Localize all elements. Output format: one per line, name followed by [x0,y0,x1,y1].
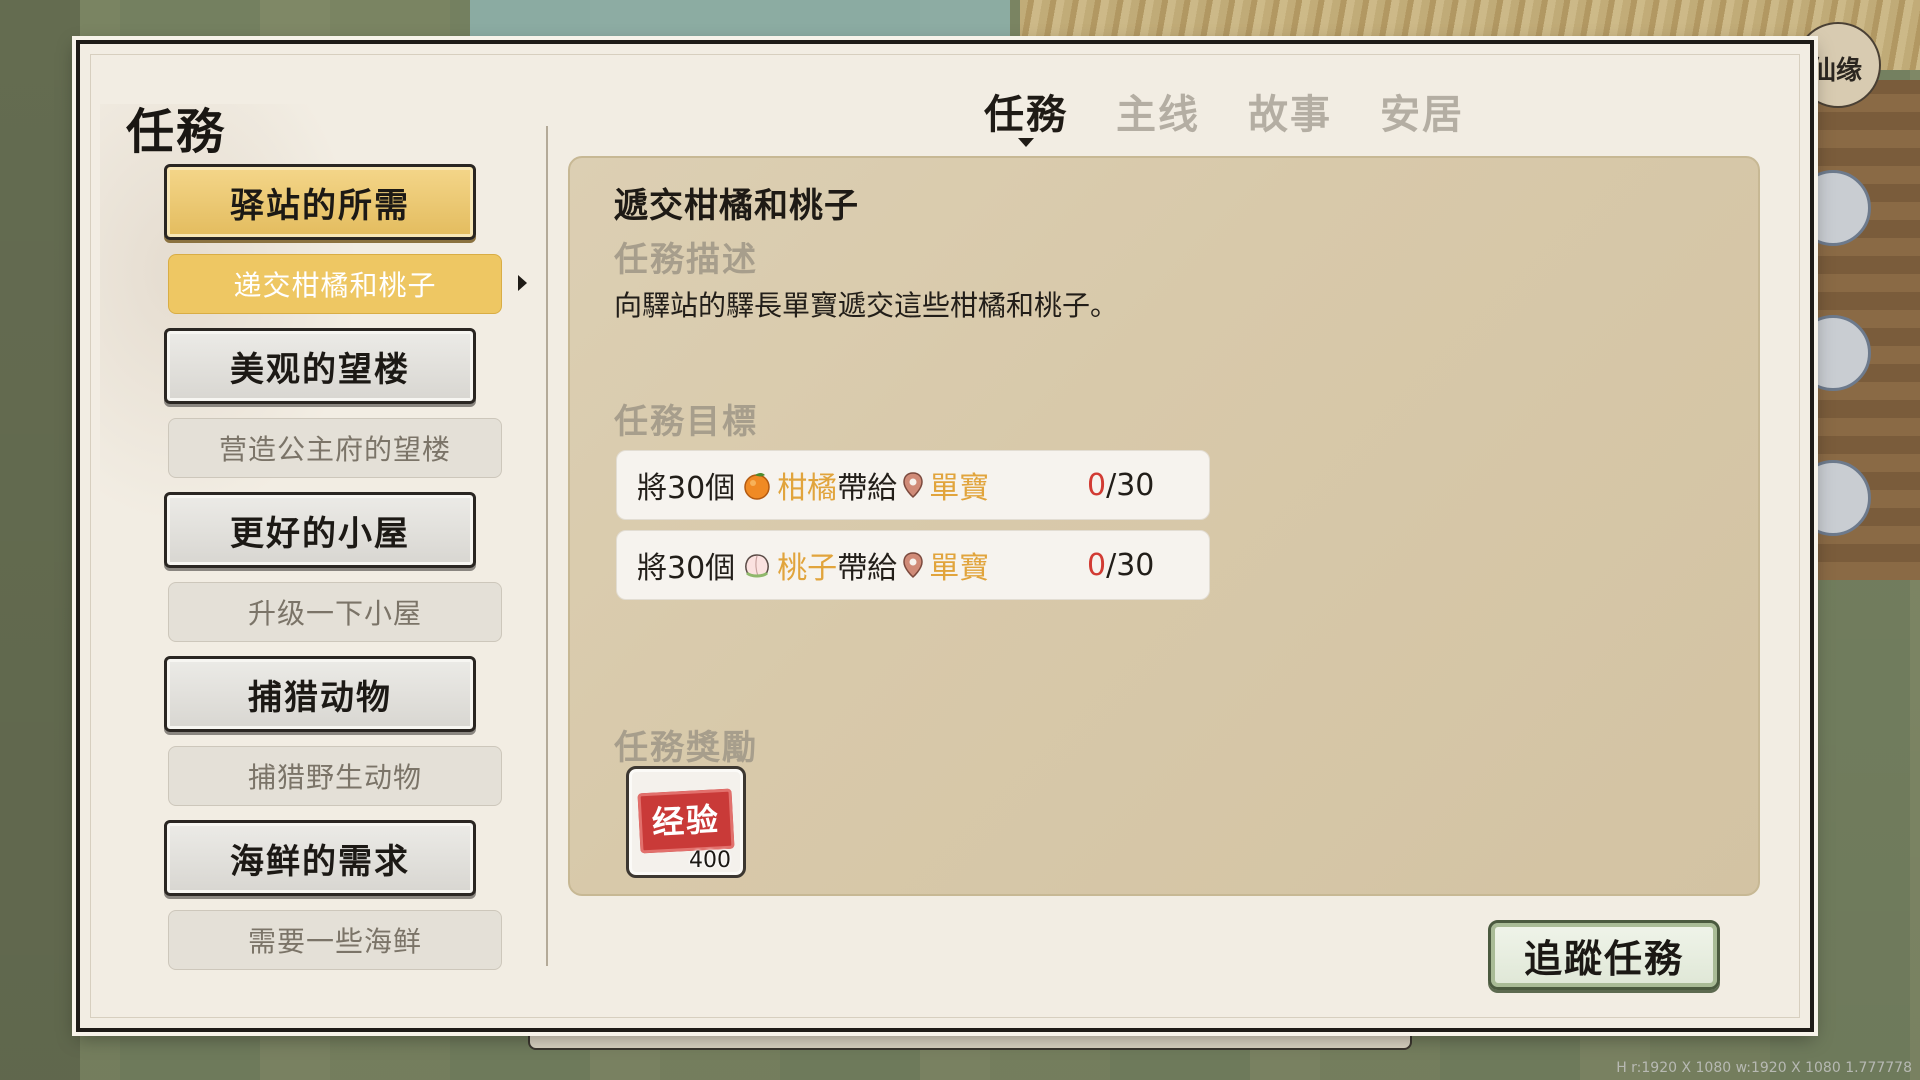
panel-title: 任務 [126,104,227,160]
quest-item-button[interactable]: 递交柑橘和桃子 [168,254,527,314]
tab-label: 任務 [984,91,1068,138]
objective-verb: 帶給 [837,551,898,586]
objective-verb: 帶給 [837,471,898,506]
objective-progress: 0/30 [1087,468,1154,503]
quest-item-button[interactable]: 需要一些海鲜 [168,910,502,970]
quest-group-label: 美观的望楼 [230,349,410,390]
track-quest-button[interactable]: 追蹤任務 [1488,920,1720,990]
quest-group-label: 更好的小屋 [230,513,410,554]
fate-menu-label: 仙缘 [1810,56,1863,86]
quest-item-button[interactable]: 捕猎野生动物 [168,746,502,806]
rewards-heading: 任務獎勵 [614,728,758,768]
objective-row: 將30個 柑橘 帶給 單寶 0/30 [616,450,1210,520]
quest-group-button[interactable]: 更好的小屋 [164,492,476,568]
tab-settlement[interactable]: 安居 [1356,82,1488,140]
objective-prefix: 將30個 [637,551,736,586]
quest-group-button[interactable]: 驿站的所需 [164,164,476,240]
quest-group-label: 驿站的所需 [230,185,410,226]
objective-current: 0 [1087,547,1107,583]
quest-item-label: 捕猎野生动物 [247,761,422,794]
tab-main-story[interactable]: 主线 [1092,82,1224,140]
quest-item-label: 营造公主府的望楼 [218,433,451,466]
resolution-readout: H r:1920 X 1080 w:1920 X 1080 1.777778 [1616,1060,1912,1076]
track-quest-label: 追蹤任務 [1523,935,1684,981]
quest-description: 向驛站的驛長單寶遞交這些柑橘和桃子。 [614,289,1119,322]
tab-active-indicator-icon [1018,138,1034,147]
objective-prefix: 將30個 [637,471,736,506]
quest-group-label: 捕猎动物 [248,677,392,718]
quest-item-button[interactable]: 营造公主府的望楼 [168,418,502,478]
tab-stories[interactable]: 故事 [1224,82,1356,140]
location-pin-icon [903,552,923,578]
quest-group-button[interactable]: 海鲜的需求 [164,820,476,896]
objective-total: /30 [1106,467,1155,503]
selected-arrow-icon [518,275,527,291]
left-shadow [0,0,80,1080]
quest-title: 遞交柑橘和桃子 [614,186,859,226]
peach-icon [745,554,770,578]
objective-row: 將30個 桃子 帶給 單寶 0/30 [616,530,1210,600]
objective-total: /30 [1106,547,1155,583]
quest-group-label: 海鲜的需求 [230,841,410,882]
tab-quests[interactable]: 任務 [960,82,1092,147]
objective-item[interactable]: 柑橘 [777,463,837,507]
objective-npc[interactable]: 單寶 [929,543,989,587]
quest-item-label: 升级一下小屋 [247,597,422,630]
quest-tabs: 任務 主线 故事 安居 [960,82,1488,147]
experience-stamp-icon: 经验 [637,788,735,854]
description-heading: 任務描述 [614,240,758,280]
quest-item-label: 递交柑橘和桃子 [233,269,437,302]
orange-icon [744,473,770,500]
tab-label: 安居 [1380,91,1464,138]
panel-divider [546,126,548,966]
location-pin-icon [903,472,923,498]
quest-item-button[interactable]: 升级一下小屋 [168,582,502,642]
tab-label: 故事 [1248,91,1332,138]
objective-npc[interactable]: 單寶 [929,463,989,507]
quest-item-label: 需要一些海鲜 [247,925,422,958]
quest-group-button[interactable]: 捕猎动物 [164,656,476,732]
quest-panel: 任務 任務 主线 故事 安居 驿站的所需 递交柑橘和桃子 美观的望楼 营造公主府… [76,40,1814,1032]
objective-progress: 0/30 [1087,548,1154,583]
tab-label: 主线 [1116,91,1200,138]
quest-detail-card: 遞交柑橘和桃子 任務描述 向驛站的驛長單寶遞交這些柑橘和桃子。 任務目標 將30… [568,156,1760,896]
objective-item[interactable]: 桃子 [777,543,837,587]
reward-slot[interactable]: 经验 400 [626,766,746,878]
objectives-heading: 任務目標 [614,402,758,442]
objective-current: 0 [1087,467,1107,503]
quest-group-button[interactable]: 美观的望楼 [164,328,476,404]
reward-count: 400 [689,848,731,873]
quest-list[interactable]: 驿站的所需 递交柑橘和桃子 美观的望楼 营造公主府的望楼 更好的小屋 升级一下小… [164,164,544,980]
